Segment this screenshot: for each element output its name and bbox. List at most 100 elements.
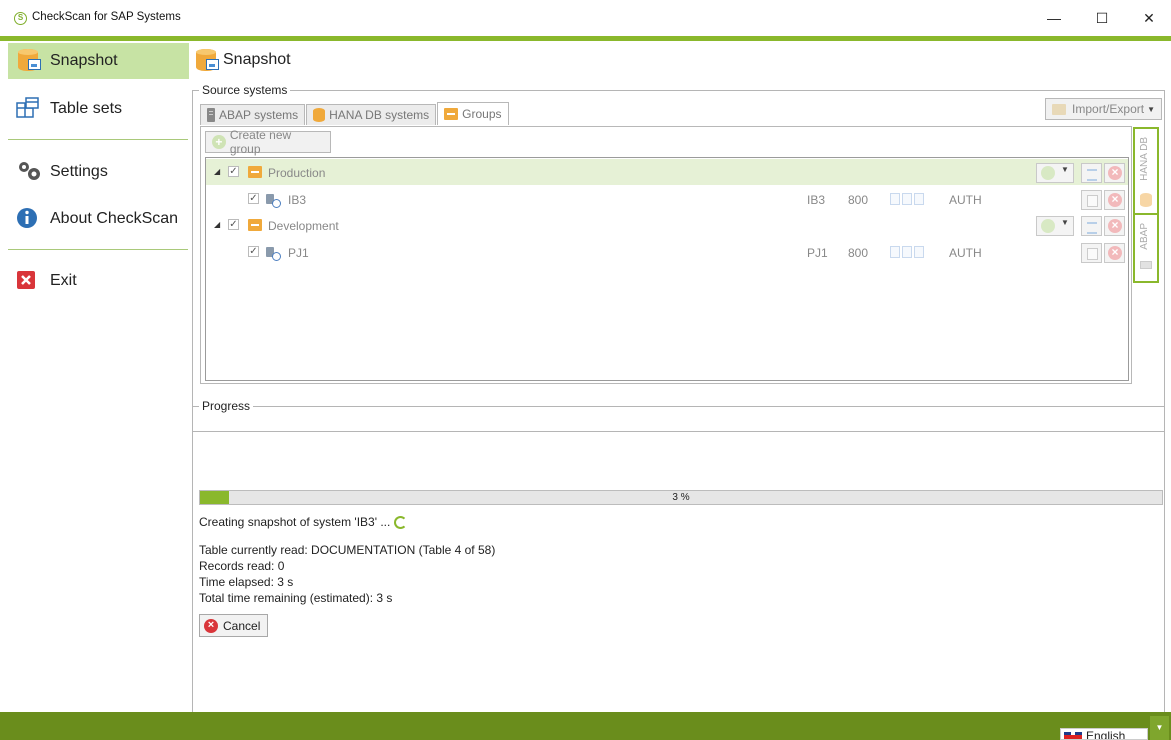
sap-system-tool-icon	[266, 246, 281, 261]
list-button[interactable]	[1081, 216, 1102, 236]
side-tab-label: HANA DB	[1139, 137, 1150, 181]
sidebar-item-label: Settings	[50, 163, 108, 180]
group-name: Development	[268, 219, 339, 233]
group-box-icon	[248, 166, 262, 178]
system-name: PJ1	[288, 246, 309, 260]
plus-icon: +	[212, 135, 226, 149]
groups-tree: ◢ ✓ Production ▼ ✓ IB3 IB3 800 AUTH	[205, 157, 1129, 381]
server-icon	[207, 108, 215, 122]
close-button[interactable]: ✕	[1129, 6, 1169, 30]
system-type-icons	[890, 193, 924, 206]
tree-row-system-pj1[interactable]: ✓ PJ1 PJ1 800 AUTH	[206, 239, 1128, 265]
database-icon	[1140, 193, 1152, 207]
records-read-text: Records read: 0	[199, 559, 285, 573]
window-title: CheckScan for SAP Systems	[32, 11, 181, 23]
gears-icon	[16, 160, 44, 184]
title-bar: S CheckScan for SAP Systems — ☐ ✕	[0, 0, 1171, 36]
folder-icon	[1052, 103, 1067, 115]
database-snapshot-icon	[16, 49, 44, 73]
table-read-text: Table currently read: DOCUMENTATION (Tab…	[199, 543, 496, 557]
list-button[interactable]	[1081, 163, 1102, 183]
exit-x-icon	[16, 269, 44, 293]
cancel-button[interactable]: × Cancel	[199, 614, 269, 637]
language-label: English	[1086, 729, 1126, 740]
system-client: 800	[848, 246, 869, 260]
page-title: Snapshot	[194, 47, 291, 73]
time-elapsed-text: Time elapsed: 3 s	[199, 575, 294, 589]
language-selector[interactable]: English	[1060, 728, 1148, 740]
sidebar-item-table-sets[interactable]: Table sets	[8, 91, 189, 127]
import-export-button[interactable]: Import/Export ▼	[1045, 98, 1162, 120]
system-sid: PJ1	[807, 246, 828, 260]
group-name: Production	[268, 166, 326, 180]
system-sid: IB3	[807, 193, 826, 207]
groups-panel: + Create new group ◢ ✓ Production ▼ ✓ IB…	[200, 126, 1132, 384]
tab-label: Groups	[462, 107, 502, 121]
group-checkbox[interactable]: ✓	[228, 219, 239, 230]
import-export-label: Import/Export	[1072, 102, 1145, 116]
progress-legend: Progress	[202, 399, 251, 413]
tree-row-system-ib3[interactable]: ✓ IB3 IB3 800 AUTH	[206, 186, 1128, 212]
create-new-group-button[interactable]: + Create new group	[205, 128, 331, 156]
sidebar-divider	[8, 139, 188, 140]
uk-flag-icon	[1064, 732, 1082, 739]
add-system-dropdown-button[interactable]: ▼	[1036, 216, 1074, 236]
sidebar-item-about[interactable]: About CheckScan	[8, 201, 189, 237]
group-box-icon	[248, 219, 262, 231]
system-type-icons	[890, 246, 924, 259]
minimize-button[interactable]: —	[1034, 6, 1074, 30]
sidebar-item-label: Snapshot	[50, 52, 118, 69]
database-snapshot-icon	[194, 47, 220, 73]
sidebar-divider	[8, 249, 188, 250]
main-content: Snapshot Source systems ABAP systems HAN…	[192, 41, 1171, 717]
edit-system-button[interactable]	[1081, 190, 1102, 210]
progress-bar: 3 %	[199, 490, 1163, 505]
delete-group-button[interactable]	[1104, 163, 1125, 183]
sap-system-tool-icon	[266, 193, 281, 208]
sidebar-item-label: About CheckScan	[50, 210, 179, 227]
remove-system-button[interactable]	[1104, 190, 1125, 210]
tab-groups[interactable]: Groups	[437, 102, 509, 125]
progress-status: Creating snapshot of system 'IB3' ...	[199, 515, 408, 530]
sidebar-item-label: Table sets	[50, 100, 123, 117]
sidebar-item-label: Exit	[50, 272, 77, 289]
side-tab-abap[interactable]: ABAP	[1135, 217, 1157, 281]
cancel-label: Cancel	[223, 618, 261, 633]
tree-row-group-production[interactable]: ◢ ✓ Production ▼	[206, 159, 1128, 185]
database-icon	[313, 108, 326, 122]
edit-system-button[interactable]	[1081, 243, 1102, 263]
add-system-dropdown-button[interactable]: ▼	[1036, 163, 1074, 183]
tab-hana-db-systems[interactable]: HANA DB systems	[306, 104, 437, 125]
side-tab-label: ABAP	[1139, 223, 1150, 250]
system-type: AUTH	[949, 246, 982, 260]
expand-triangle-icon[interactable]: ◢	[214, 167, 220, 176]
delete-group-button[interactable]	[1104, 216, 1125, 236]
system-checkbox[interactable]: ✓	[248, 246, 259, 257]
group-checkbox[interactable]: ✓	[228, 166, 239, 177]
chevron-down-icon: ▼	[1147, 104, 1155, 114]
cancel-x-icon: ×	[204, 618, 218, 633]
remove-system-button[interactable]	[1104, 243, 1125, 263]
group-box-icon	[444, 108, 459, 120]
progress-group: Progress	[192, 399, 1165, 717]
chevron-down-icon: ▼	[1061, 165, 1069, 174]
side-tab-hana-db[interactable]: HANA DB	[1135, 129, 1157, 215]
expand-triangle-icon[interactable]: ◢	[214, 220, 220, 229]
chevron-down-icon: ▼	[1061, 218, 1069, 227]
sidebar-item-settings[interactable]: Settings	[8, 154, 189, 190]
progress-percent-label: 3 %	[672, 492, 690, 503]
tree-row-group-development[interactable]: ◢ ✓ Development ▼	[206, 212, 1128, 238]
tab-label: HANA DB systems	[329, 108, 430, 122]
system-type: AUTH	[949, 193, 982, 207]
language-dropdown-chevron-icon[interactable]: ▼	[1150, 716, 1169, 740]
maximize-button[interactable]: ☐	[1082, 6, 1122, 30]
sidebar-item-exit[interactable]: Exit	[8, 263, 189, 299]
status-bar: English	[0, 712, 1171, 740]
system-checkbox[interactable]: ✓	[248, 193, 259, 204]
sidebar-item-snapshot[interactable]: Snapshot	[8, 43, 189, 79]
tab-abap-systems[interactable]: ABAP systems	[200, 104, 306, 125]
system-name: IB3	[288, 193, 307, 207]
source-tabs: ABAP systems HANA DB systems Groups	[200, 102, 510, 126]
plus-icon	[1041, 219, 1055, 233]
loading-spinner-icon	[394, 516, 408, 530]
